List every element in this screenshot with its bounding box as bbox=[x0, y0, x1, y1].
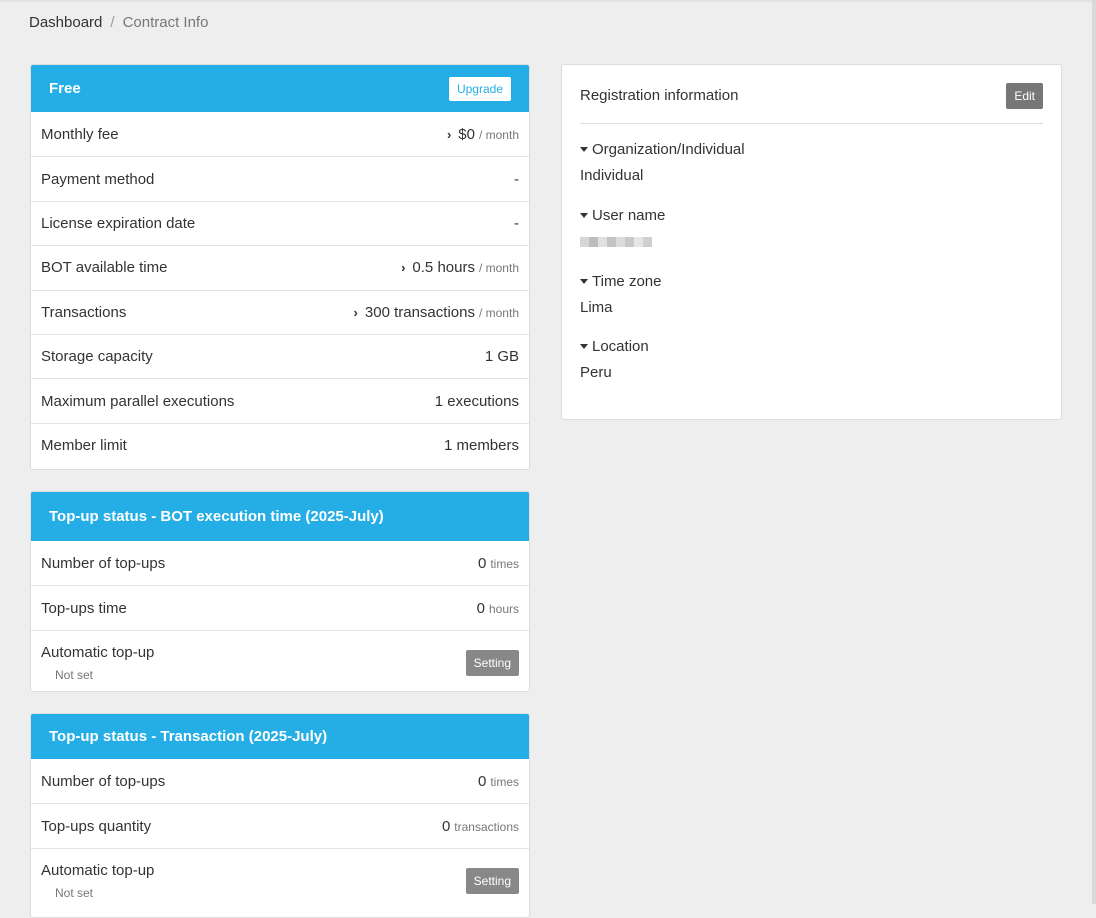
location-value: Peru bbox=[580, 364, 612, 381]
topup-tx-title: Top-up status - Transaction (2025-July) bbox=[49, 728, 328, 745]
plan-row-value: $0 bbox=[458, 125, 475, 143]
caret-down-icon[interactable] bbox=[580, 344, 588, 349]
topup-bot-amount-label: Top-ups time bbox=[41, 599, 127, 617]
topup-tx-amount-unit: transactions bbox=[454, 819, 519, 834]
topup-bot-count-label: Number of top-ups bbox=[41, 554, 166, 572]
registration-card: Registration information Edit Organizati… bbox=[561, 64, 1062, 420]
topup-tx-count-value: 0 bbox=[477, 772, 487, 790]
plan-row-value: 1 executions bbox=[434, 392, 519, 410]
topup-tx-auto-label: Automatic top-up bbox=[41, 862, 155, 880]
upgrade-button[interactable]: Upgrade bbox=[448, 76, 511, 101]
scrollbar-track[interactable] bbox=[1092, 0, 1096, 904]
plan-row-value-group: - bbox=[514, 171, 519, 188]
topup-bot-auto-row: Automatic top-up Not set Setting bbox=[31, 629, 529, 691]
topup-bot-count-row: Number of top-ups 0 times bbox=[31, 541, 529, 585]
topup-bot-card: Top-up status - BOT execution time (2025… bbox=[30, 491, 530, 692]
chevron-right-icon[interactable]: › bbox=[401, 260, 405, 275]
plan-card-header: Free Upgrade bbox=[31, 65, 529, 112]
plan-row-label: Member limit bbox=[41, 436, 127, 454]
plan-row: Monthly fee › $0/ month bbox=[31, 112, 529, 156]
chevron-right-icon[interactable]: › bbox=[447, 127, 451, 142]
plan-row-value-group[interactable]: › 0.5 hours / month bbox=[401, 259, 519, 276]
topup-bot-count-unit: times bbox=[490, 556, 519, 571]
username-redacted bbox=[580, 237, 665, 247]
breadcrumb-separator: / bbox=[110, 14, 115, 31]
chevron-right-icon[interactable]: › bbox=[354, 305, 358, 320]
plan-row-value-group: - bbox=[514, 215, 519, 232]
breadcrumb-current: Contract Info bbox=[122, 14, 209, 31]
plan-row-label: Maximum parallel executions bbox=[41, 392, 235, 410]
plan-row-value: 1 members bbox=[443, 436, 519, 454]
topup-bot-amount-row: Top-ups time 0 hours bbox=[31, 585, 529, 629]
caret-down-icon[interactable] bbox=[580, 279, 588, 284]
edit-button[interactable]: Edit bbox=[1006, 83, 1043, 109]
organization-value: Individual bbox=[580, 167, 644, 184]
topup-tx-auto-status: Not set bbox=[55, 886, 94, 901]
plan-rows: Monthly fee › $0/ month Payment method - Lice… bbox=[31, 112, 529, 467]
username-label: User name bbox=[592, 207, 666, 224]
plan-row: Maximum parallel executions 1 executions bbox=[31, 378, 529, 422]
plan-row-value-group[interactable]: › 300 transactions / month bbox=[354, 304, 519, 321]
plan-row-value: 300 transactions bbox=[364, 303, 475, 321]
plan-card: Free Upgrade Monthly fee › $0/ month Paymen… bbox=[30, 64, 530, 470]
topup-bot-amount-unit: hours bbox=[488, 601, 519, 616]
organization-label: Organization/Individual bbox=[592, 141, 745, 158]
plan-row-value-group: 1 GB bbox=[485, 348, 519, 365]
registration-title: Registration information bbox=[580, 87, 739, 104]
registration-field-username: User name bbox=[580, 207, 665, 247]
plan-row: License expiration date - bbox=[31, 200, 529, 245]
top-border bbox=[0, 0, 1096, 2]
plan-row-value: - bbox=[514, 214, 519, 232]
timezone-value: Lima bbox=[580, 299, 613, 316]
plan-row-value: 0.5 hours bbox=[412, 259, 475, 277]
plan-row-unit: / month bbox=[478, 305, 519, 320]
plan-row: BOT available time › 0.5 hours / month bbox=[31, 245, 529, 289]
registration-field-timezone: Time zone Lima bbox=[580, 273, 661, 316]
plan-row-label: Payment method bbox=[41, 170, 155, 188]
plan-row-label: Monthly fee bbox=[41, 125, 119, 143]
timezone-label: Time zone bbox=[592, 273, 662, 290]
plan-row-label: Transactions bbox=[41, 303, 127, 321]
topup-tx-card: Top-up status - Transaction (2025-July) … bbox=[30, 713, 530, 918]
topup-tx-count-row: Number of top-ups 0 times bbox=[31, 759, 529, 803]
plan-row-label: BOT available time bbox=[41, 259, 168, 277]
location-label: Location bbox=[592, 338, 649, 355]
plan-name: Free bbox=[49, 80, 81, 97]
topup-tx-count-label: Number of top-ups bbox=[41, 772, 166, 790]
topup-bot-count-value: 0 bbox=[477, 554, 487, 572]
topup-tx-amount-row: Top-ups quantity 0 transactions bbox=[31, 803, 529, 847]
plan-row: Member limit 1 members bbox=[31, 422, 529, 467]
registration-field-location: Location Peru bbox=[580, 338, 649, 381]
plan-row-value: - bbox=[514, 170, 519, 188]
plan-row-value-group[interactable]: › $0/ month bbox=[447, 126, 519, 143]
registration-field-organization: Organization/Individual Individual bbox=[580, 141, 745, 184]
topup-tx-setting-button[interactable]: Setting bbox=[465, 868, 519, 895]
topup-bot-auto-label: Automatic top-up bbox=[41, 644, 155, 662]
topup-bot-header: Top-up status - BOT execution time (2025… bbox=[31, 492, 529, 541]
topup-tx-amount-value: 0 bbox=[441, 817, 451, 835]
plan-row-label: License expiration date bbox=[41, 214, 196, 232]
topup-tx-amount-label: Top-ups quantity bbox=[41, 817, 152, 835]
plan-row-value-group: 1 members bbox=[444, 437, 519, 454]
topup-bot-title: Top-up status - BOT execution time (2025… bbox=[49, 508, 384, 525]
plan-row-label: Storage capacity bbox=[41, 348, 153, 366]
plan-row-value-group: 1 executions bbox=[435, 393, 519, 410]
registration-header: Registration information Edit bbox=[580, 83, 1043, 124]
topup-tx-count-unit: times bbox=[490, 774, 519, 789]
breadcrumb: Dashboard / Contract Info bbox=[29, 13, 208, 33]
plan-row: Transactions › 300 transactions / month bbox=[31, 289, 529, 334]
plan-row-value: 1 GB bbox=[484, 348, 519, 366]
topup-bot-setting-button[interactable]: Setting bbox=[465, 650, 519, 677]
plan-row-unit: / month bbox=[478, 261, 519, 276]
caret-down-icon[interactable] bbox=[580, 147, 588, 152]
plan-row-unit: / month bbox=[478, 127, 519, 142]
breadcrumb-dashboard-link[interactable]: Dashboard bbox=[29, 14, 102, 31]
topup-bot-amount-value: 0 bbox=[476, 599, 485, 617]
topup-tx-header: Top-up status - Transaction (2025-July) bbox=[31, 714, 529, 759]
topup-bot-auto-status: Not set bbox=[55, 668, 94, 683]
plan-row: Payment method - bbox=[31, 156, 529, 200]
plan-row: Storage capacity 1 GB bbox=[31, 333, 529, 378]
caret-down-icon[interactable] bbox=[580, 213, 588, 218]
